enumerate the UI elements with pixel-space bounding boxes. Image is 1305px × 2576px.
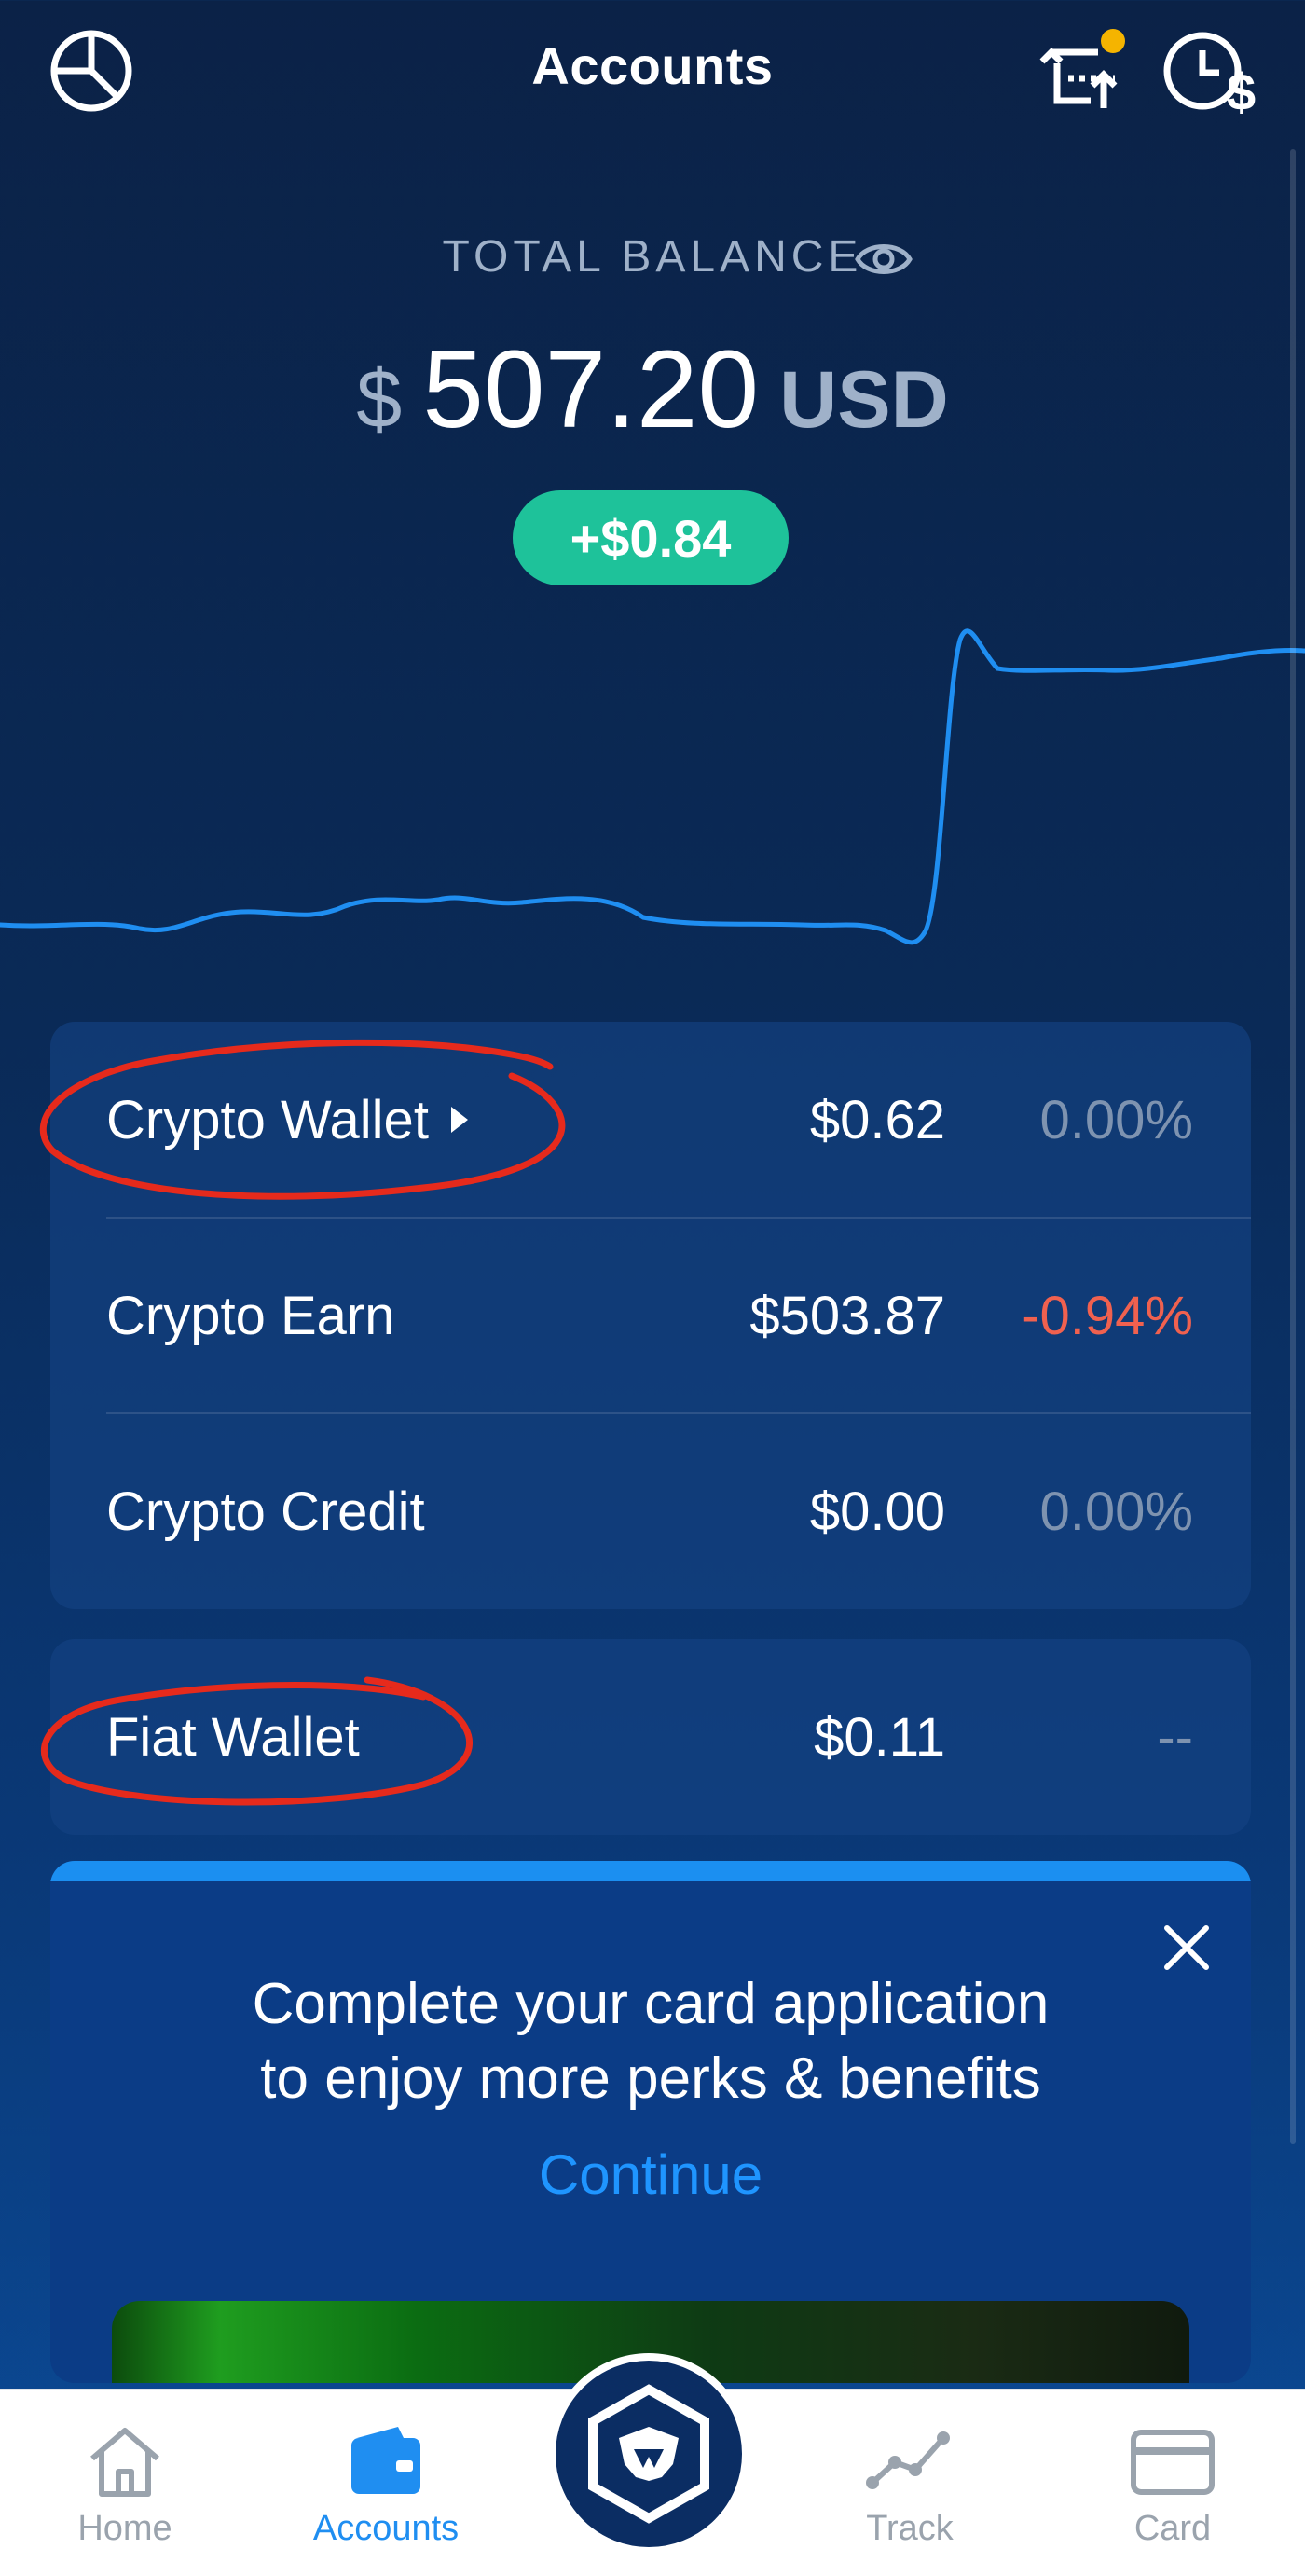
nav-card[interactable]: Card xyxy=(1079,2390,1266,2576)
nav-label: Home xyxy=(77,2509,172,2548)
account-name: Crypto Earn xyxy=(106,1285,395,1346)
nav-label: Accounts xyxy=(312,2509,460,2548)
account-value: $0.62 xyxy=(809,1089,945,1150)
wallet-icon xyxy=(293,2423,479,2501)
account-name: Crypto Credit xyxy=(106,1481,425,1542)
svg-text:$: $ xyxy=(1227,62,1256,116)
account-change: -0.94% xyxy=(1022,1285,1193,1346)
promo-top-bar xyxy=(50,1861,1251,1881)
scrollbar[interactable] xyxy=(1290,149,1296,2144)
total-balance-label: TOTAL BALANCE xyxy=(442,232,863,282)
crypto-com-logo-button[interactable] xyxy=(548,2353,749,2555)
home-icon xyxy=(32,2423,218,2501)
continue-link[interactable]: Continue xyxy=(50,2142,1251,2207)
currency-symbol: $ xyxy=(356,352,403,445)
balance-amount: 507.20 xyxy=(422,328,760,451)
account-row-crypto-earn[interactable]: Crypto Earn $503.87 -0.94% xyxy=(50,1218,1251,1413)
nav-track[interactable]: Track xyxy=(817,2390,1003,2576)
balance-change-badge: +$0.84 xyxy=(513,490,789,585)
balance-sparkline-chart[interactable] xyxy=(0,597,1305,1007)
promo-message: Complete your card application to enjoy … xyxy=(50,1967,1251,2116)
account-change: 0.00% xyxy=(1039,1481,1193,1542)
account-value: $0.00 xyxy=(809,1481,945,1542)
lion-logo-icon xyxy=(588,2384,709,2524)
total-balance: $ 507.20 USD xyxy=(0,326,1305,453)
annotation-circle-crypto-wallet xyxy=(39,1039,566,1200)
annotation-circle-fiat-wallet xyxy=(41,1676,473,1806)
nav-label: Card xyxy=(1133,2509,1212,2548)
nav-home[interactable]: Home xyxy=(32,2390,218,2576)
transfer-icon[interactable] xyxy=(1037,24,1130,117)
account-change: -- xyxy=(1157,1706,1193,1768)
history-icon[interactable]: $ xyxy=(1161,24,1264,117)
account-value: $503.87 xyxy=(749,1285,945,1346)
card-promo-banner: Complete your card application to enjoy … xyxy=(50,1861,1251,2383)
currency-code: USD xyxy=(779,355,949,445)
promo-line-1: Complete your card application xyxy=(252,1972,1050,2036)
account-row-crypto-credit[interactable]: Crypto Credit $0.00 0.00% xyxy=(50,1413,1251,1609)
chart-line-icon xyxy=(817,2423,1003,2501)
card-icon xyxy=(1079,2423,1266,2501)
promo-line-2: to enjoy more perks & benefits xyxy=(260,2046,1041,2111)
eye-icon[interactable] xyxy=(854,235,914,288)
account-change: 0.00% xyxy=(1039,1089,1193,1150)
account-value: $0.11 xyxy=(814,1706,945,1768)
nav-accounts[interactable]: Accounts xyxy=(293,2390,479,2576)
nav-label: Track xyxy=(866,2509,954,2548)
